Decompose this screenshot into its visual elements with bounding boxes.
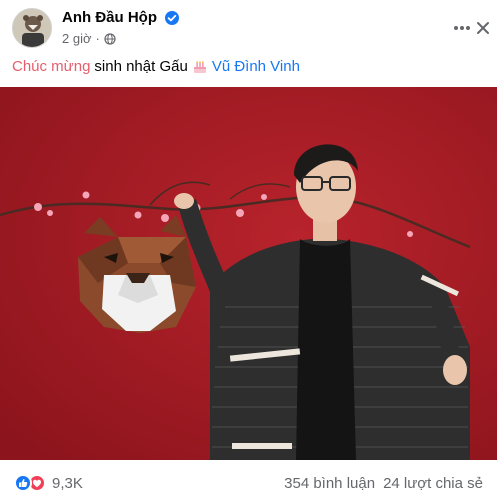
post-header: Anh Đầu Hộp 2 giờ ·	[0, 0, 497, 56]
tagged-user[interactable]: Vũ Đình Vinh	[212, 58, 300, 75]
caption-text: sinh nhật Gấu	[94, 58, 188, 75]
close-icon[interactable]	[473, 18, 493, 38]
caption-link[interactable]: Chúc mừng	[12, 58, 90, 75]
post-time[interactable]: 2 giờ	[62, 31, 92, 46]
globe-icon[interactable]	[104, 32, 116, 45]
author-name[interactable]: Anh Đầu Hộp	[62, 9, 157, 26]
post-footer: 9,3K 354 bình luận 24 lượt chia sẻ	[0, 466, 497, 502]
meta-separator: ·	[95, 31, 100, 46]
reaction-count: 9,3K	[52, 474, 83, 492]
like-reaction-icon	[14, 474, 32, 492]
post-meta: 2 giờ ·	[62, 31, 116, 46]
more-horizontal-icon[interactable]	[452, 18, 472, 38]
facebook-post: Anh Đầu Hộp 2 giờ · Chúc mừng sinh nhật …	[0, 0, 497, 504]
comments-count[interactable]: 354 bình luận	[284, 475, 375, 492]
post-caption: Chúc mừng sinh nhật Gấu Vũ Đình Vinh	[12, 58, 300, 75]
engagement-stats: 354 bình luận 24 lượt chia sẻ	[284, 475, 483, 492]
post-photo[interactable]	[0, 87, 497, 460]
author-avatar[interactable]	[12, 8, 52, 48]
verified-check-icon	[165, 11, 179, 25]
shares-count[interactable]: 24 lượt chia sẻ	[383, 475, 483, 492]
reactions-summary[interactable]: 9,3K	[14, 474, 83, 492]
birthday-cake-icon	[192, 59, 208, 75]
